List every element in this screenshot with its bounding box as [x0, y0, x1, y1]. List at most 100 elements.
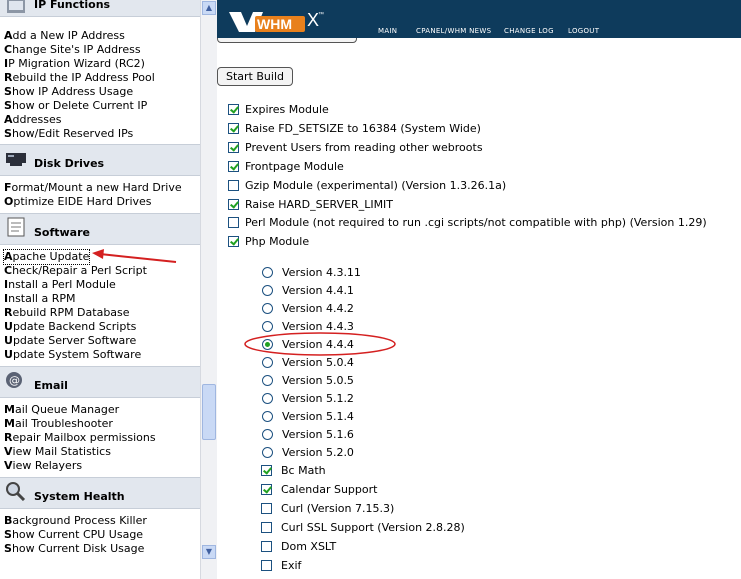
radio-button[interactable] [262, 393, 273, 404]
nav-link[interactable]: Check/Repair a Perl Script [4, 264, 147, 278]
nav-link[interactable]: Background Process Killer [4, 514, 147, 528]
build-options-content: Start Build Expires Module Raise FD_SETSI… [217, 38, 741, 579]
nav-section-ip-functions: IP Functions [0, 0, 200, 17]
checkbox[interactable] [228, 217, 239, 229]
nav-link[interactable]: Update Backend Scripts [4, 320, 136, 334]
menu-change-log[interactable]: CHANGE LOG [504, 27, 554, 35]
nav-link[interactable]: Mail Troubleshooter [4, 417, 113, 431]
option-label: Raise FD_SETSIZE to 16384 (System Wide) [245, 121, 481, 135]
option-label: Version 4.3.11 [282, 266, 361, 279]
nav-link[interactable]: Show or Delete Current IP [4, 99, 147, 113]
checkbox[interactable] [228, 122, 239, 134]
option-label: Version 5.0.4 [282, 356, 354, 369]
disk-drives-icon [4, 148, 28, 168]
menu-logout[interactable]: LOGOUT [568, 27, 599, 35]
checkbox[interactable] [228, 160, 239, 172]
start-build-button[interactable]: Start Build [217, 67, 293, 86]
option-label: Version 4.4.1 [282, 284, 354, 297]
whm-logo: WHM X ™ [229, 10, 324, 32]
nav-link[interactable]: Rebuild RPM Database [4, 306, 130, 320]
option-label: Version 4.4.4 [282, 338, 354, 351]
scroll-up-arrow-icon[interactable]: ▲ [202, 1, 216, 15]
nav-section-title: Email [34, 379, 68, 392]
nav-section-title: IP Functions [34, 0, 111, 11]
nav-link[interactable]: Show Current CPU Usage [4, 528, 143, 542]
nav-link[interactable]: Install a RPM [4, 292, 75, 306]
checkbox[interactable] [261, 541, 272, 552]
scroll-thumb[interactable] [202, 384, 216, 440]
nav-link[interactable]: Optimize EIDE Hard Drives [4, 195, 152, 209]
nav-section-title: Disk Drives [34, 157, 105, 170]
menu-cpanel-whm-news[interactable]: CPANEL/WHM NEWS [416, 27, 491, 35]
checkbox[interactable] [228, 104, 239, 115]
option-label: Gzip Module (experimental) (Version 1.3.… [245, 178, 507, 192]
nav-section-title: System Health [34, 490, 125, 503]
nav-link[interactable]: View Relayers [4, 459, 82, 473]
logo-text: WHM [257, 16, 292, 32]
option-label: Version 5.2.0 [282, 446, 354, 459]
nav-link[interactable]: Show/Edit Reserved IPs [4, 127, 133, 141]
nav-section-email: @ Email [0, 366, 200, 398]
radio-button[interactable] [262, 447, 273, 458]
nav-scrollbar[interactable]: ▲ ▼ [200, 0, 217, 579]
option-label: Calendar Support [281, 483, 378, 496]
option-label: Raise HARD_SERVER_LIMIT [245, 197, 394, 211]
option-label: Version 4.4.3 [282, 320, 354, 333]
option-label: Php Module [245, 235, 310, 249]
system-health-icon [4, 481, 28, 502]
radio-button[interactable] [262, 285, 273, 296]
option-label: Frontpage Module [245, 159, 344, 173]
option-label: Curl (Version 7.15.3) [281, 502, 395, 515]
option-label: Exif [281, 559, 302, 572]
radio-button[interactable] [262, 267, 273, 278]
svg-text:@: @ [9, 374, 20, 387]
software-icon [4, 217, 28, 237]
checkbox[interactable] [228, 141, 239, 153]
left-navigation: IP Functions Add a New IP Address Change S… [0, 0, 200, 579]
option-label: Bc Math [281, 464, 326, 477]
svg-text:™: ™ [318, 11, 324, 18]
nav-section-disk-drives: Disk Drives [0, 144, 200, 176]
nav-link[interactable]: Show IP Address Usage [4, 85, 133, 99]
nav-section-software: Software [0, 213, 200, 245]
nav-link[interactable]: Change Site's IP Address [4, 43, 141, 57]
nav-link[interactable]: Repair Mailbox permissions [4, 431, 156, 445]
nav-link[interactable]: IP Migration Wizard (RC2) [4, 57, 145, 71]
nav-link[interactable]: View Mail Statistics [4, 445, 111, 459]
nav-link[interactable]: Add a New IP Address [4, 29, 125, 43]
checkbox[interactable] [228, 236, 239, 248]
nav-link[interactable]: Update Server Software [4, 334, 136, 348]
nav-link[interactable]: Mail Queue Manager [4, 403, 119, 417]
scroll-down-arrow-icon[interactable]: ▼ [202, 545, 216, 559]
checkbox[interactable] [261, 465, 272, 476]
menu-main[interactable]: MAIN [378, 27, 397, 35]
nav-link[interactable]: Format/Mount a new Hard Drive [4, 181, 182, 195]
option-label: Version 4.4.2 [282, 302, 354, 315]
nav-link[interactable]: Rebuild the IP Address Pool [4, 71, 155, 85]
option-label: Curl SSL Support (Version 2.8.28) [281, 521, 465, 534]
radio-button[interactable] [262, 339, 273, 350]
checkbox[interactable] [228, 198, 239, 210]
option-label: Prevent Users from reading other webroot… [245, 140, 483, 154]
radio-button[interactable] [262, 357, 273, 368]
option-label: Perl Module (not required to run .cgi sc… [245, 216, 707, 230]
option-label: Version 5.1.4 [282, 410, 354, 423]
radio-button[interactable] [262, 375, 273, 386]
nav-link[interactable]: Apache Update [2, 249, 91, 265]
radio-button[interactable] [262, 321, 273, 332]
nav-link[interactable]: Install a Perl Module [4, 278, 116, 292]
top-cut-off-select[interactable] [217, 38, 357, 43]
nav-link[interactable]: Show Current Disk Usage [4, 542, 144, 556]
radio-button[interactable] [262, 303, 273, 314]
nav-section-system-health: System Health [0, 477, 200, 509]
radio-button[interactable] [262, 429, 273, 440]
checkbox[interactable] [261, 560, 272, 571]
nav-link[interactable]: Update System Software [4, 348, 141, 362]
nav-section-title: Software [34, 226, 90, 239]
checkbox[interactable] [228, 179, 239, 191]
option-label: Expires Module [245, 103, 329, 116]
radio-button[interactable] [262, 411, 273, 422]
checkbox[interactable] [261, 484, 272, 495]
checkbox[interactable] [261, 503, 272, 514]
checkbox[interactable] [261, 522, 272, 533]
